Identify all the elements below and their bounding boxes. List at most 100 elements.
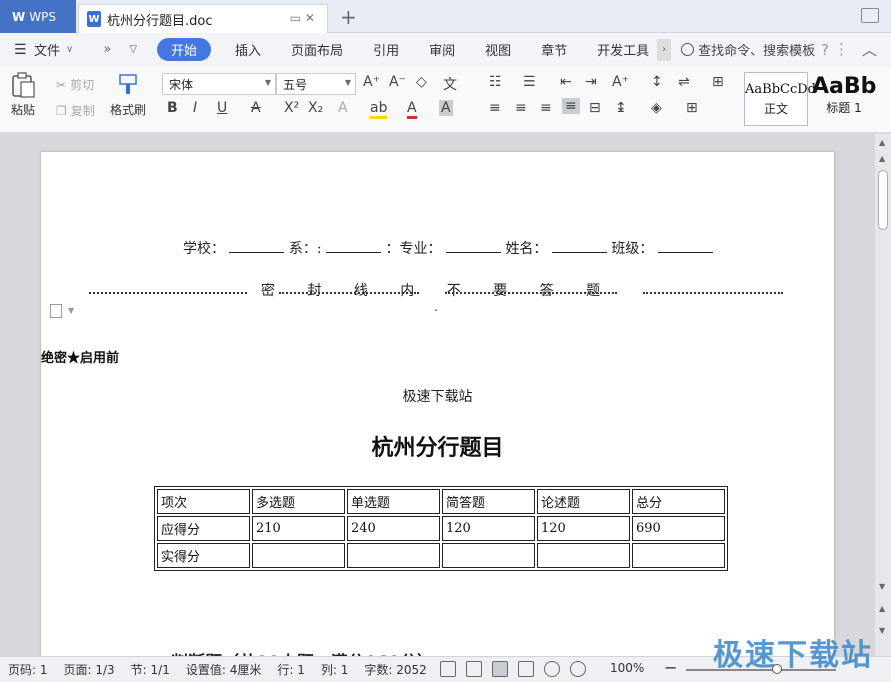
table-cell[interactable]: 应得分 (157, 516, 250, 541)
copy-button[interactable]: ❐ 复制 (56, 102, 95, 119)
font-color-icon[interactable]: A (407, 100, 417, 119)
tab-developer[interactable]: 开发工具 (597, 40, 649, 59)
scroll-up-icon[interactable]: ▲ (879, 154, 885, 163)
distributed-icon[interactable]: ⊟ (589, 100, 601, 116)
reading-view-icon[interactable] (466, 661, 482, 677)
help-icon[interactable]: ? (821, 41, 829, 59)
status-page-number[interactable]: 页码: 1 (8, 661, 48, 678)
borders-icon[interactable]: ⊞ (686, 100, 698, 116)
status-pages[interactable]: 页面: 1/3 (64, 661, 115, 678)
paragraph-spacing-icon[interactable]: ↨ (615, 100, 627, 116)
table-icon[interactable]: ⊞ (712, 74, 724, 90)
style-normal[interactable]: AaBbCcDd 正文 (744, 72, 816, 126)
table-cell[interactable]: 120 (442, 516, 535, 541)
status-word-count[interactable]: 字数: 2052 (364, 661, 426, 678)
table-cell[interactable] (632, 543, 725, 568)
collapse-ribbon-icon[interactable]: ︿ (862, 39, 877, 60)
web-view-icon[interactable] (544, 661, 560, 677)
highlight-icon[interactable]: ab (370, 100, 388, 119)
italic-icon[interactable]: I (193, 100, 197, 116)
phonetic-guide-icon[interactable]: 文 (443, 74, 457, 94)
fullscreen-icon[interactable] (440, 661, 456, 677)
window-layout-icon[interactable] (861, 8, 879, 23)
justify-icon[interactable]: ≡ (562, 98, 580, 114)
document-page[interactable]: 学校： 系：: ：专业： 姓名： 班级： 密 封 线 内 不 要 答 题 . ▼… (41, 152, 834, 656)
tab-review[interactable]: 审阅 (429, 40, 455, 59)
table-cell[interactable]: 论述题 (537, 489, 630, 514)
wps-home-tab[interactable]: W WPS (0, 0, 76, 33)
next-page-icon[interactable]: ▼ (879, 626, 885, 635)
underline-icon[interactable]: U (217, 100, 227, 116)
paste-button[interactable]: 粘贴 (10, 72, 36, 118)
more-options-icon[interactable]: ⋮ (834, 40, 849, 58)
numbering-icon[interactable]: ☰ (523, 74, 536, 90)
superscript-icon[interactable]: X² (284, 100, 299, 116)
command-search[interactable]: 查找命令、搜索模板 (681, 40, 815, 59)
text-effect-icon[interactable]: A (338, 100, 348, 116)
table-cell[interactable]: 120 (537, 516, 630, 541)
table-cell[interactable]: 多选题 (252, 489, 345, 514)
paragraph-layout-icon[interactable] (50, 304, 62, 318)
more-menu-button[interactable]: » (103, 42, 111, 57)
tab-home[interactable]: 开始 (157, 38, 212, 61)
char-shading-icon[interactable]: A (439, 100, 453, 116)
sort-icon[interactable]: ↕ (651, 74, 663, 90)
prev-page-icon[interactable]: ▲ (879, 604, 885, 613)
text-direction-icon[interactable]: A⁺ (612, 74, 629, 90)
tab-chapter[interactable]: 章节 (541, 40, 567, 59)
zoom-out-icon[interactable]: − (664, 658, 677, 677)
table-cell[interactable] (442, 543, 535, 568)
outline-view-icon[interactable] (518, 661, 534, 677)
document-tab[interactable]: W 杭州分行题目.doc ▭✕ (78, 4, 328, 33)
chevron-down-icon[interactable]: ▼ (68, 306, 74, 315)
file-menu[interactable]: ☰ 文件 ∨ (0, 40, 73, 60)
decrease-indent-icon[interactable]: ⇤ (560, 74, 572, 90)
scroll-thumb[interactable] (878, 170, 888, 230)
tab-references[interactable]: 引用 (373, 40, 399, 59)
align-center-icon[interactable]: ≡ (515, 100, 527, 116)
table-cell[interactable] (252, 543, 345, 568)
tab-page-layout[interactable]: 页面布局 (291, 40, 343, 59)
strikethrough-icon[interactable]: A (251, 100, 261, 116)
bullets-icon[interactable]: ☷ (489, 74, 502, 90)
align-left-icon[interactable]: ≡ (489, 100, 501, 116)
new-tab-button[interactable]: + (340, 5, 357, 29)
status-section[interactable]: 节: 1/1 (131, 661, 170, 678)
tab-insert[interactable]: 插入 (235, 40, 261, 59)
eye-protection-icon[interactable] (570, 661, 586, 677)
table-cell[interactable]: 项次 (157, 489, 250, 514)
scroll-down-icon[interactable]: ▼ (879, 582, 885, 591)
tab-scroll-right-icon[interactable]: › (657, 38, 672, 61)
line-spacing-icon[interactable]: ⇌ (678, 74, 690, 90)
clear-format-icon[interactable]: ◇ (416, 74, 427, 90)
table-cell[interactable] (537, 543, 630, 568)
tab-view[interactable]: 视图 (485, 40, 511, 59)
table-cell[interactable] (347, 543, 440, 568)
align-right-icon[interactable]: ≡ (540, 100, 552, 116)
table-cell[interactable]: 240 (347, 516, 440, 541)
font-size-select[interactable]: 五号 ▼ (276, 73, 356, 95)
quick-access-dropdown-icon[interactable]: ▽ (129, 44, 137, 55)
font-name-select[interactable]: 宋体 ▼ (162, 73, 276, 95)
increase-font-icon[interactable]: A⁺ (363, 74, 380, 90)
table-cell[interactable]: 实得分 (157, 543, 250, 568)
page-view-icon[interactable] (492, 661, 508, 677)
vertical-scrollbar[interactable]: ▲ ▲ ▼ ▲ ▼ (875, 134, 891, 656)
subscript-icon[interactable]: X₂ (308, 100, 323, 116)
scroll-up-icon[interactable]: ▲ (879, 138, 885, 147)
shading-icon[interactable]: ◈ (651, 100, 662, 116)
zoom-level[interactable]: 100% (610, 661, 644, 675)
increase-indent-icon[interactable]: ⇥ (585, 74, 597, 90)
table-cell[interactable]: 单选题 (347, 489, 440, 514)
decrease-font-icon[interactable]: A⁻ (389, 74, 406, 90)
style-heading-1[interactable]: AaBb 标题 1 (810, 72, 878, 126)
format-painter-button[interactable]: 格式刷 (110, 72, 146, 118)
document-area[interactable]: 学校： 系：: ：专业： 姓名： 班级： 密 封 线 内 不 要 答 题 . ▼… (0, 134, 875, 656)
table-cell[interactable]: 总分 (632, 489, 725, 514)
status-setting[interactable]: 设置值: 4厘米 (186, 661, 262, 678)
tab-controls[interactable]: ▭✕ (290, 11, 319, 25)
table-cell[interactable]: 690 (632, 516, 725, 541)
table-cell[interactable]: 210 (252, 516, 345, 541)
bold-icon[interactable]: B (167, 100, 178, 116)
table-cell[interactable]: 简答题 (442, 489, 535, 514)
